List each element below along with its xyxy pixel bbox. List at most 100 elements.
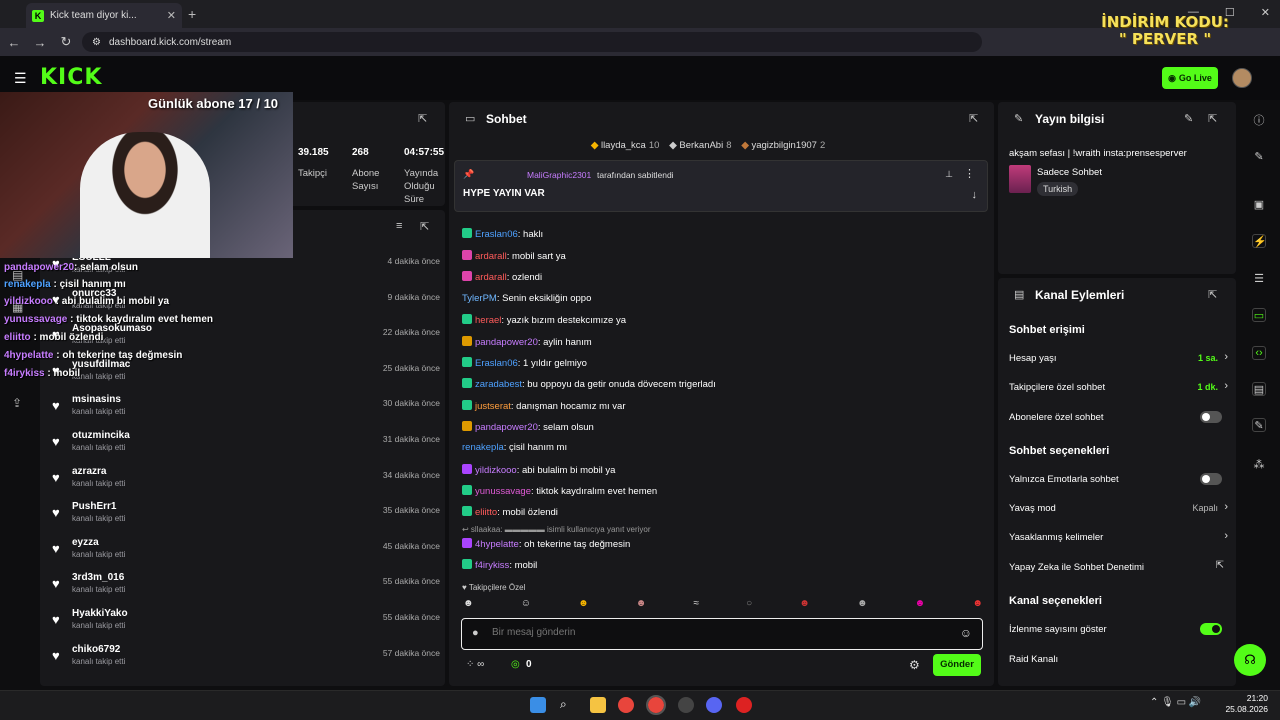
back-icon[interactable]: ← — [2, 35, 26, 50]
pinned-message[interactable]: 📌 MaliGraphic2301 tarafından sabitlendi … — [454, 160, 988, 212]
follower-name[interactable]: msinasins — [72, 394, 121, 405]
banned-words-label[interactable]: Yasaklanmış kelimeler — [1009, 532, 1103, 543]
leader-item[interactable]: ◆ BerkanAbi 8 — [669, 140, 731, 151]
chat-message[interactable]: pandapower20: selam olsun — [462, 421, 594, 433]
category-name[interactable]: Sadece Sohbet — [1037, 167, 1102, 178]
emote-icon[interactable]: ≈ — [693, 598, 699, 612]
upload-icon[interactable]: ⇪ — [12, 396, 22, 410]
emote-icon[interactable]: ☻ — [857, 598, 868, 612]
chat-message[interactable]: herael: yazık bızım destekcımıze ya — [462, 314, 626, 326]
external-link-icon[interactable]: ⇱ — [1216, 560, 1224, 571]
info-icon[interactable]: ⓘ — [1252, 112, 1266, 127]
chat-username[interactable]: herael — [475, 315, 501, 326]
help-chat-icon[interactable]: ☊ — [1234, 644, 1266, 676]
infinity-icon[interactable]: ⁘ ∞ — [466, 659, 484, 670]
chat-message[interactable]: ardarall: ozlendi — [462, 271, 542, 283]
expand-icon[interactable]: ↓ — [972, 189, 978, 201]
chat-message[interactable]: renakepla: çisil hanım mı — [462, 442, 567, 453]
emote-icon[interactable]: ○ — [746, 598, 752, 612]
raid-label[interactable]: Raid Kanalı — [1009, 654, 1058, 665]
emote-icon[interactable]: ☺ — [521, 598, 531, 612]
follower-row[interactable]: ♥ eyzza kanalı takip etti 45 dakika önce — [50, 537, 440, 573]
chat-message[interactable]: eliitto: mobil özlendi — [462, 506, 558, 518]
file-explorer-icon[interactable] — [590, 697, 606, 713]
emote-icon[interactable]: ☻ — [578, 598, 589, 612]
popout-icon[interactable]: ⇱ — [969, 112, 978, 125]
chevron-right-icon[interactable]: › — [1224, 380, 1228, 392]
wrench-icon[interactable]: ✎ — [1252, 418, 1266, 432]
tray-icons[interactable]: ⌃ 🎙 ▭ 🔊 — [1150, 697, 1201, 708]
chevron-right-icon[interactable]: › — [1224, 351, 1228, 363]
follower-row[interactable]: ♥ chiko6792 kanalı takip etti 57 dakika önc… — [50, 644, 440, 680]
close-tab-icon[interactable]: ✕ — [167, 9, 176, 22]
chat-username[interactable]: justserat — [475, 401, 511, 412]
follower-name[interactable]: otuzmincika — [72, 430, 130, 441]
popout-icon[interactable]: ⇱ — [420, 220, 429, 233]
settings-icon[interactable]: ⚙ — [909, 658, 920, 672]
kick-logo[interactable]: KICK — [40, 65, 102, 90]
discord-icon[interactable] — [706, 697, 722, 713]
emote-icon[interactable]: ☻ — [915, 598, 926, 612]
more-icon[interactable]: ⋮ — [964, 167, 975, 180]
chat-message[interactable]: f4irykiss: mobil — [462, 559, 537, 571]
account-age-value[interactable]: 1 sa. — [1198, 353, 1218, 363]
chat-message[interactable]: justserat: danışman hocamız mı var — [462, 400, 625, 412]
search-icon[interactable]: ⌕ — [560, 697, 576, 713]
follower-name[interactable]: azrazra — [72, 466, 106, 477]
popout-icon[interactable]: ⇱ — [418, 112, 427, 125]
send-button[interactable]: Gönder — [933, 654, 981, 676]
follower-name[interactable]: PushErr1 — [72, 501, 116, 512]
chat-message[interactable]: Eraslan06: haklı — [462, 228, 543, 240]
chat-message[interactable]: 4hypelatte: oh tekerine taş değmesin — [462, 538, 630, 550]
unpin-icon[interactable]: ⊥ — [945, 169, 953, 180]
follower-name[interactable]: eyzza — [72, 537, 99, 548]
chat-username[interactable]: yunussavage — [475, 486, 531, 497]
emote-icon[interactable]: ☻ — [799, 598, 810, 612]
chat-username[interactable]: TylerPM — [462, 293, 497, 304]
pen-icon[interactable]: ✎ — [1252, 150, 1266, 164]
edit-icon[interactable]: ✎ — [1184, 112, 1193, 125]
new-tab-icon[interactable]: + — [188, 6, 196, 22]
chat-username[interactable]: Eraslan06 — [475, 229, 518, 240]
emote-icon[interactable]: ☻ — [636, 598, 647, 612]
show-viewers-toggle[interactable] — [1200, 623, 1222, 635]
chrome-active-icon[interactable] — [646, 695, 666, 715]
chat-icon[interactable]: ▭ — [1252, 308, 1266, 322]
slow-mode-label[interactable]: Yavaş mod — [1009, 503, 1056, 514]
chat-username[interactable]: ardarall — [475, 251, 507, 262]
leader-item[interactable]: ◆ llayda_kca 10 — [591, 140, 659, 151]
chat-message[interactable]: TylerPM: Senin eksikliğin oppo — [462, 293, 591, 304]
followers-only-chat-label[interactable]: Takipçilere özel sohbet — [1009, 382, 1105, 393]
chat-message[interactable]: Eraslan06: 1 yıldır gelmiyo — [462, 357, 587, 369]
follower-name[interactable]: 3rd3m_016 — [72, 572, 124, 583]
chat-message[interactable]: ardarall: mobil sart ya — [462, 250, 566, 262]
chat-username[interactable]: eliitto — [475, 507, 497, 518]
ai-moderation-label[interactable]: Yapay Zeka ile Sohbet Denetimi — [1009, 562, 1144, 573]
subs-only-toggle[interactable] — [1200, 411, 1222, 423]
emoji-icon[interactable]: ☺ — [960, 626, 972, 640]
leader-item[interactable]: ◆ yagizbilgin1907 2 — [742, 140, 826, 151]
follower-name[interactable]: HyakkiYako — [72, 608, 128, 619]
chat-message[interactable]: zaradabest: bu oppoyu da getir onuda döv… — [462, 378, 716, 390]
follower-row[interactable]: ♥ otuzmincika kanalı takip etti 31 dakika ö… — [50, 430, 440, 466]
chat-username[interactable]: Eraslan06 — [475, 358, 518, 369]
close-window-icon[interactable]: ✕ — [1261, 6, 1270, 19]
chevron-right-icon[interactable]: › — [1224, 530, 1228, 542]
forward-icon[interactable]: → — [28, 35, 52, 50]
code-icon[interactable]: ‹› — [1252, 346, 1266, 360]
menu-icon[interactable]: ☰ — [14, 70, 27, 87]
recorder-icon[interactable] — [736, 697, 752, 713]
follower-row[interactable]: ♥ 3rd3m_016 kanalı takip etti 55 dakika önc… — [50, 572, 440, 608]
chat-username[interactable]: renakepla — [462, 442, 504, 453]
list-icon[interactable]: ☰ — [1252, 272, 1266, 286]
actions-icon[interactable]: ▤ — [1252, 382, 1266, 396]
chat-input-box[interactable]: ● ☺ — [461, 618, 983, 650]
followers-only-value[interactable]: 1 dk. — [1197, 382, 1218, 392]
chat-input[interactable] — [492, 627, 912, 638]
chat-message[interactable]: pandapower20: aylin hanım — [462, 336, 592, 348]
chat-username[interactable]: 4hypelatte — [475, 539, 519, 550]
url-field[interactable]: ⚙ dashboard.kick.com/stream — [82, 32, 982, 52]
popout-icon[interactable]: ⇱ — [1208, 112, 1217, 125]
avatar[interactable] — [1232, 68, 1252, 88]
account-age-label[interactable]: Hesap yaşı — [1009, 353, 1057, 364]
